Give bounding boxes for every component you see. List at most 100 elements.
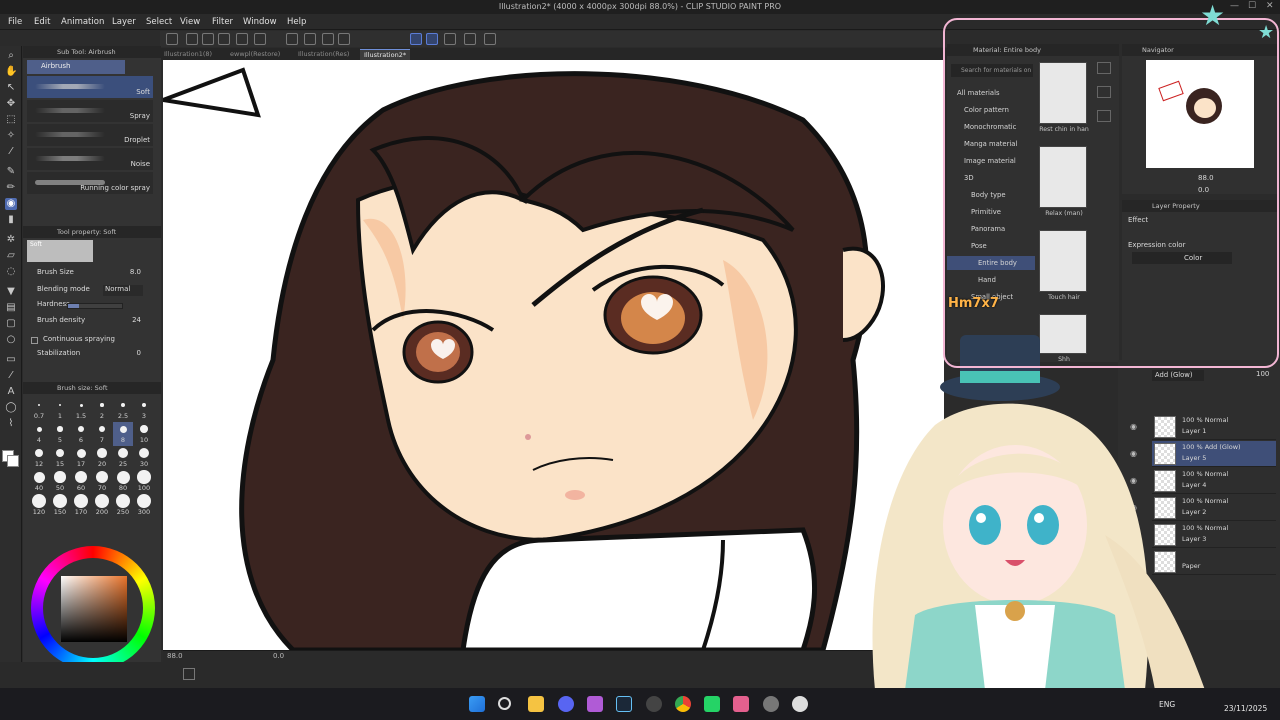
brush-size-preset[interactable]: 2 xyxy=(92,398,112,422)
brush-size-preset[interactable]: 7 xyxy=(92,422,112,446)
stabilization-row[interactable]: Stabilization 0 xyxy=(37,349,155,361)
taskbar-date[interactable]: 23/11/2025 xyxy=(1224,704,1267,713)
brush-size-preset[interactable]: 80 xyxy=(113,470,133,494)
frame-tool-icon[interactable]: ▭ xyxy=(5,354,17,366)
export-icon[interactable] xyxy=(218,33,230,45)
zoom-value[interactable]: 88.0 xyxy=(167,652,183,660)
brush-size-preset[interactable]: 200 xyxy=(92,494,112,518)
tab-illustration1[interactable]: Illustration1(8) xyxy=(160,49,216,60)
redo-icon[interactable] xyxy=(254,33,266,45)
zoom-tool-icon[interactable]: ⌕ xyxy=(5,50,17,62)
app-icon[interactable] xyxy=(733,696,749,712)
reference-layer-icon[interactable] xyxy=(464,33,476,45)
fill-icon[interactable] xyxy=(322,33,334,45)
subtool-group-airbrush[interactable]: Airbrush xyxy=(27,60,125,74)
brush-size-preset[interactable]: 30 xyxy=(134,446,154,470)
hardness-row[interactable]: Hardness xyxy=(37,300,155,312)
menu-file[interactable]: File xyxy=(8,17,22,27)
brush-size-preset[interactable]: 300 xyxy=(134,494,154,518)
tab-ewwpl[interactable]: ewwpl(Restore) xyxy=(226,49,284,60)
deselect-icon[interactable] xyxy=(338,33,350,45)
blending-mode-select[interactable]: Normal xyxy=(103,285,143,296)
discord-icon[interactable] xyxy=(558,696,574,712)
brush-size-preset[interactable]: 8 xyxy=(113,422,133,446)
brush-size-preset[interactable]: 3 xyxy=(134,398,154,422)
brush-size-preset[interactable]: 1.5 xyxy=(71,398,91,422)
operation-tool-icon[interactable]: ↖ xyxy=(5,82,17,94)
menu-help[interactable]: Help xyxy=(287,17,306,27)
sub-color-swatch[interactable] xyxy=(7,455,19,467)
canvas[interactable] xyxy=(163,60,944,650)
menu-select[interactable]: Select xyxy=(146,17,172,27)
brush-density-value[interactable]: 24 xyxy=(132,316,141,324)
snap-grid-icon[interactable] xyxy=(444,33,456,45)
balloon-tool-icon[interactable]: ◯ xyxy=(5,402,17,414)
circle-tool-icon[interactable]: ○ xyxy=(5,334,17,346)
save-icon[interactable] xyxy=(202,33,214,45)
color-square[interactable] xyxy=(61,576,127,642)
brush-size-preset[interactable]: 25 xyxy=(113,446,133,470)
new-file-icon[interactable] xyxy=(166,33,178,45)
search-icon[interactable] xyxy=(498,697,511,710)
correction-tool-icon[interactable]: ⌇ xyxy=(5,418,17,430)
hand-tool-icon[interactable]: ✋ xyxy=(5,66,17,78)
brush-size-value[interactable]: 8.0 xyxy=(130,268,141,276)
chrome-icon[interactable] xyxy=(675,696,691,712)
brush-size-preset[interactable]: 12 xyxy=(29,446,49,470)
blending-mode-row[interactable]: Blending mode Normal xyxy=(37,285,155,297)
brush-size-preset[interactable]: 50 xyxy=(50,470,70,494)
transform-icon[interactable] xyxy=(286,33,298,45)
blend-tool-icon[interactable]: ◌ xyxy=(5,266,17,278)
layer-opacity-value[interactable]: 100 xyxy=(1256,370,1269,378)
tab-illustration-res[interactable]: Illustration(Res) xyxy=(294,49,353,60)
snap-guide-icon[interactable] xyxy=(426,33,438,45)
continuous-spraying-row[interactable]: Continuous spraying xyxy=(31,335,155,347)
undo-icon[interactable] xyxy=(236,33,248,45)
brush-size-preset[interactable]: 2.5 xyxy=(113,398,133,422)
brush-size-preset[interactable]: 150 xyxy=(50,494,70,518)
brush-size-row[interactable]: Brush Size 8.0 xyxy=(37,268,155,280)
brush-soft[interactable]: Soft xyxy=(27,76,153,98)
whatsapp-icon[interactable] xyxy=(704,696,720,712)
brush-size-preset[interactable]: 10 xyxy=(134,422,154,446)
airbrush-tool-icon[interactable]: ◉ xyxy=(5,198,17,210)
eyedropper-icon[interactable]: ⁄ xyxy=(5,146,17,158)
continuous-checkbox[interactable] xyxy=(31,337,38,344)
move-tool-icon[interactable]: ✥ xyxy=(5,98,17,110)
brush-size-preset[interactable]: 5 xyxy=(50,422,70,446)
fill-tool-icon[interactable]: ▼ xyxy=(5,286,17,298)
language-indicator[interactable]: ENG xyxy=(1159,700,1175,709)
menu-window[interactable]: Window xyxy=(243,17,277,27)
brush-size-preset[interactable]: 17 xyxy=(71,446,91,470)
close-icon[interactable]: ✕ xyxy=(1266,1,1274,11)
decoration-tool-icon[interactable]: ✲ xyxy=(5,234,17,246)
maximize-icon[interactable]: ☐ xyxy=(1248,1,1256,11)
settings-icon[interactable] xyxy=(646,696,662,712)
menu-animation[interactable]: Animation xyxy=(61,17,104,27)
assist-icon[interactable] xyxy=(484,33,496,45)
brush-size-preset[interactable]: 60 xyxy=(71,470,91,494)
selection-tool-icon[interactable]: ⬚ xyxy=(5,114,17,126)
angle-value[interactable]: 0.0 xyxy=(273,652,284,660)
obs-icon[interactable] xyxy=(763,696,779,712)
brush-size-preset[interactable]: 70 xyxy=(92,470,112,494)
gradient-tool-icon[interactable]: ▤ xyxy=(5,302,17,314)
open-icon[interactable] xyxy=(186,33,198,45)
file-explorer-icon[interactable] xyxy=(528,696,544,712)
menu-view[interactable]: View xyxy=(180,17,200,27)
brush-droplet[interactable]: Droplet xyxy=(27,124,153,146)
eraser-tool-icon[interactable]: ▱ xyxy=(5,250,17,262)
snap-ruler-icon[interactable] xyxy=(410,33,422,45)
brush-size-preset[interactable]: 1 xyxy=(50,398,70,422)
menu-edit[interactable]: Edit xyxy=(34,17,50,27)
timeline-icon[interactable] xyxy=(183,668,195,680)
ruler-tool-icon[interactable]: ⁄ xyxy=(5,370,17,382)
brush-size-preset[interactable]: 0.7 xyxy=(29,398,49,422)
brush-size-preset[interactable]: 170 xyxy=(71,494,91,518)
brush-size-preset[interactable]: 6 xyxy=(71,422,91,446)
hardness-slider[interactable] xyxy=(67,303,123,309)
minimize-icon[interactable]: — xyxy=(1230,1,1239,11)
brush-running-color-spray[interactable]: Running color spray xyxy=(27,172,153,194)
clip-studio-icon[interactable] xyxy=(792,696,808,712)
windows-start-icon[interactable] xyxy=(469,696,485,712)
